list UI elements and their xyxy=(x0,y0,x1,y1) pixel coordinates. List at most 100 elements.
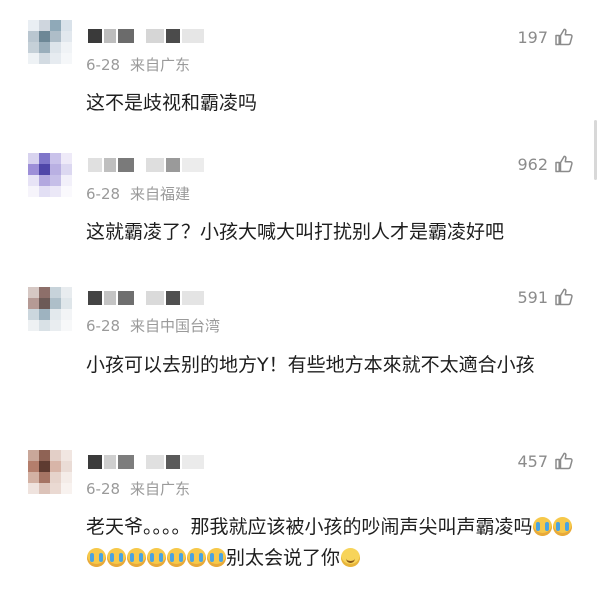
loudly-crying-face-icon xyxy=(166,548,186,567)
avatar-pixel xyxy=(61,20,72,31)
username-blurred[interactable] xyxy=(88,287,238,311)
comment-date: 6-28 xyxy=(86,185,121,203)
avatar-pixel xyxy=(39,461,50,472)
username-blurred[interactable] xyxy=(88,154,238,178)
avatar-pixel xyxy=(50,20,61,31)
avatar-pixel xyxy=(39,472,50,483)
comment-meta: 6-28 来自中国台湾 xyxy=(86,315,220,336)
comment-text: 这不是歧视和霸凌吗 xyxy=(86,92,258,114)
avatar-pixel xyxy=(39,20,50,31)
username-blur-block xyxy=(88,29,102,43)
scrollbar[interactable] xyxy=(594,120,597,180)
like-count: 962 xyxy=(517,154,548,174)
avatar[interactable] xyxy=(28,287,72,331)
avatar-pixel xyxy=(39,153,50,164)
username-blur-block xyxy=(182,158,204,172)
like-count: 457 xyxy=(517,451,548,471)
comment-date: 6-28 xyxy=(86,480,121,498)
avatar-pixel xyxy=(50,461,61,472)
avatar-pixel xyxy=(28,309,39,320)
username-blur-block xyxy=(88,291,102,305)
avatar-pixel xyxy=(28,20,39,31)
username-blur-block xyxy=(146,158,164,172)
avatar-pixel xyxy=(39,309,50,320)
thumbs-up-icon xyxy=(555,28,573,46)
comment-meta: 6-28 来自广东 xyxy=(86,54,190,75)
avatar-pixel xyxy=(28,472,39,483)
comment-text: 老天爷。。。。那我就应该被小孩的吵闹声尖叫声霸凌吗别太会说了你 xyxy=(86,512,576,574)
avatar-pixel xyxy=(61,298,72,309)
avatar[interactable] xyxy=(28,450,72,494)
avatar-pixel xyxy=(39,31,50,42)
avatar-pixel xyxy=(50,287,61,298)
comment-meta: 6-28 来自广东 xyxy=(86,478,190,499)
avatar-pixel xyxy=(61,53,72,64)
avatar-pixel xyxy=(39,320,50,331)
like-button[interactable]: 457 xyxy=(517,451,574,471)
avatar-pixel xyxy=(61,320,72,331)
avatar-pixel xyxy=(50,53,61,64)
like-button[interactable]: 591 xyxy=(517,287,574,307)
avatar-pixel xyxy=(28,186,39,197)
username-blurred[interactable] xyxy=(88,25,238,49)
username-blur-block xyxy=(118,158,134,172)
username-blur-block xyxy=(88,158,102,172)
comment-text: 小孩可以去别的地方Y！有些地方本來就不太適合小孩 xyxy=(86,354,535,376)
like-button[interactable]: 197 xyxy=(517,27,574,47)
thumbs-up-icon xyxy=(555,452,573,470)
username-blur-block xyxy=(182,455,204,469)
loudly-crying-face-icon xyxy=(206,548,226,567)
comment-text-part: 老天爷。。。。那我就应该被小孩的吵闹声尖叫声霸凌吗 xyxy=(86,516,533,538)
loudly-crying-face-icon xyxy=(186,548,206,567)
avatar-pixel xyxy=(61,309,72,320)
avatar-pixel xyxy=(39,53,50,64)
username-blur-block xyxy=(146,455,164,469)
avatar-pixel xyxy=(28,31,39,42)
username-blur-block xyxy=(146,29,164,43)
avatar-pixel xyxy=(39,298,50,309)
username-blur-block xyxy=(104,158,116,172)
username-blur-block xyxy=(166,455,180,469)
avatar-pixel xyxy=(61,31,72,42)
avatar-pixel xyxy=(39,483,50,494)
avatar-pixel xyxy=(61,461,72,472)
username-blur-block xyxy=(118,29,134,43)
avatar-pixel xyxy=(50,153,61,164)
comment-location: 来自广东 xyxy=(130,480,191,498)
avatar-pixel xyxy=(50,186,61,197)
comment-date: 6-28 xyxy=(86,317,121,335)
comment-text-part: 别太会说了你 xyxy=(226,547,341,569)
avatar-pixel xyxy=(39,164,50,175)
avatar-pixel xyxy=(61,287,72,298)
comment-location: 来自福建 xyxy=(130,185,191,203)
avatar-pixel xyxy=(28,461,39,472)
username-blur-block xyxy=(88,455,102,469)
avatar-pixel xyxy=(61,164,72,175)
avatar-pixel xyxy=(50,483,61,494)
username-blur-block xyxy=(104,455,116,469)
avatar-pixel xyxy=(61,42,72,53)
avatar-pixel xyxy=(28,53,39,64)
avatar-pixel xyxy=(50,164,61,175)
avatar-pixel xyxy=(50,31,61,42)
avatar[interactable] xyxy=(28,20,72,64)
like-count: 591 xyxy=(517,287,548,307)
avatar-pixel xyxy=(61,186,72,197)
avatar-pixel xyxy=(50,175,61,186)
avatar-pixel xyxy=(28,450,39,461)
username-blur-block xyxy=(118,291,134,305)
comment-date: 6-28 xyxy=(86,56,121,74)
smiling-face-icon xyxy=(340,548,360,567)
avatar-pixel xyxy=(28,320,39,331)
avatar-pixel xyxy=(39,42,50,53)
avatar[interactable] xyxy=(28,153,72,197)
avatar-pixel xyxy=(28,298,39,309)
avatar-pixel xyxy=(28,483,39,494)
avatar-pixel xyxy=(61,175,72,186)
avatar-pixel xyxy=(28,287,39,298)
like-button[interactable]: 962 xyxy=(517,154,574,174)
loudly-crying-face-icon xyxy=(533,517,553,536)
loudly-crying-face-icon xyxy=(146,548,166,567)
username-blurred[interactable] xyxy=(88,451,238,475)
like-count: 197 xyxy=(517,27,548,47)
